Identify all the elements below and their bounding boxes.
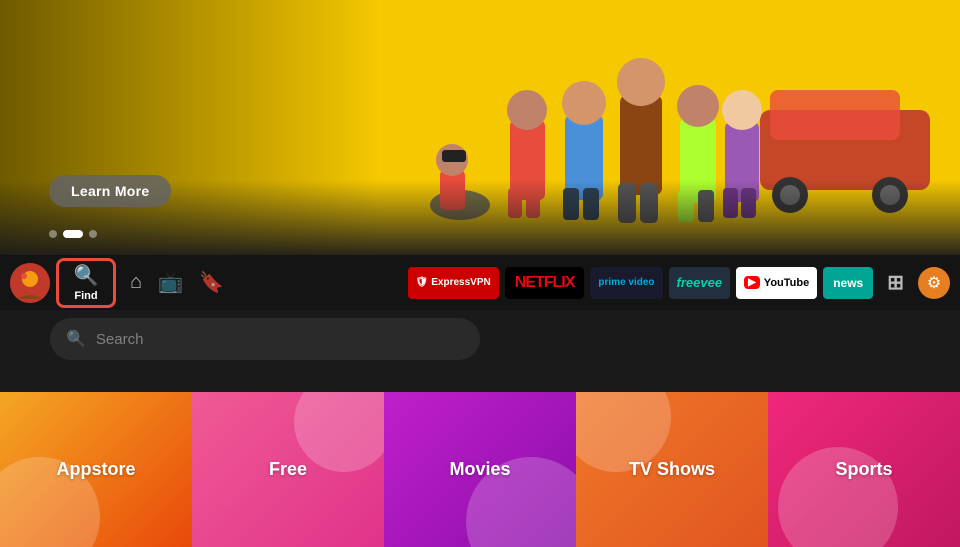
freevee-label: freevee (677, 275, 723, 290)
free-decoration (294, 392, 384, 472)
learn-more-button[interactable]: Learn More (49, 175, 171, 207)
sports-label: Sports (835, 459, 892, 480)
youtube-label: YouTube (764, 277, 809, 289)
primevideo-label: prime video (598, 277, 654, 289)
find-label: Find (74, 290, 97, 302)
netflix-label: NETFLIX (515, 274, 575, 292)
expressvpn-app[interactable]: 🛡 ExpressVPN (408, 267, 499, 299)
navigation-bar: 🔍 Find ⌂ 📺 🔖 🛡 ExpressVPN NETFLIX prime … (0, 255, 960, 310)
all-apps-button[interactable]: ⊞ (879, 267, 912, 299)
search-placeholder-text: Search (96, 331, 144, 348)
gear-icon: ⚙ (927, 273, 941, 293)
carousel-dot-2[interactable] (63, 230, 83, 238)
nav-icons: ⌂ 📺 🔖 (130, 270, 224, 295)
hero-section: Learn More (0, 0, 960, 260)
tv-icon[interactable]: 📺 (158, 270, 183, 295)
expressvpn-icon: 🛡 (416, 277, 429, 288)
search-icon: 🔍 (74, 263, 99, 288)
appstore-label: Appstore (56, 459, 135, 480)
search-container: 🔍 Search (50, 318, 480, 360)
free-label: Free (269, 459, 307, 480)
home-icon[interactable]: ⌂ (130, 271, 142, 294)
youtube-icon: ▶ (744, 276, 760, 289)
primevideo-app[interactable]: prime video (590, 267, 662, 299)
carousel-dot-3[interactable] (89, 230, 97, 238)
carousel-indicators (49, 230, 97, 238)
sports-tile[interactable]: Sports (768, 392, 960, 547)
news-app[interactable]: news (823, 267, 873, 299)
movies-tile[interactable]: Movies (384, 392, 576, 547)
settings-button[interactable]: ⚙ (918, 267, 950, 299)
search-magnifier-icon: 🔍 (66, 329, 86, 349)
avatar[interactable] (10, 263, 50, 303)
news-label: news (833, 276, 863, 290)
find-button[interactable]: 🔍 Find (56, 258, 116, 308)
grid-icon: ⊞ (887, 270, 904, 295)
appstore-tile[interactable]: Appstore (0, 392, 192, 547)
free-tile[interactable]: Free (192, 392, 384, 547)
freevee-app[interactable]: freevee (669, 267, 731, 299)
carousel-dot-1[interactable] (49, 230, 57, 238)
tvshows-label: TV Shows (629, 459, 715, 480)
category-tiles: Appstore Free Movies TV Shows Sports (0, 392, 960, 547)
nav-left-section: 🔍 Find ⌂ 📺 🔖 (0, 258, 224, 308)
search-bar[interactable]: 🔍 Search (50, 318, 480, 360)
expressvpn-label: ExpressVPN (431, 277, 490, 288)
youtube-app[interactable]: ▶ YouTube (736, 267, 817, 299)
netflix-app[interactable]: NETFLIX (505, 267, 585, 299)
movies-label: Movies (449, 459, 510, 480)
bookmark-icon[interactable]: 🔖 (199, 270, 224, 295)
nav-apps: 🛡 ExpressVPN NETFLIX prime video freevee… (408, 267, 950, 299)
tvshows-tile[interactable]: TV Shows (576, 392, 768, 547)
